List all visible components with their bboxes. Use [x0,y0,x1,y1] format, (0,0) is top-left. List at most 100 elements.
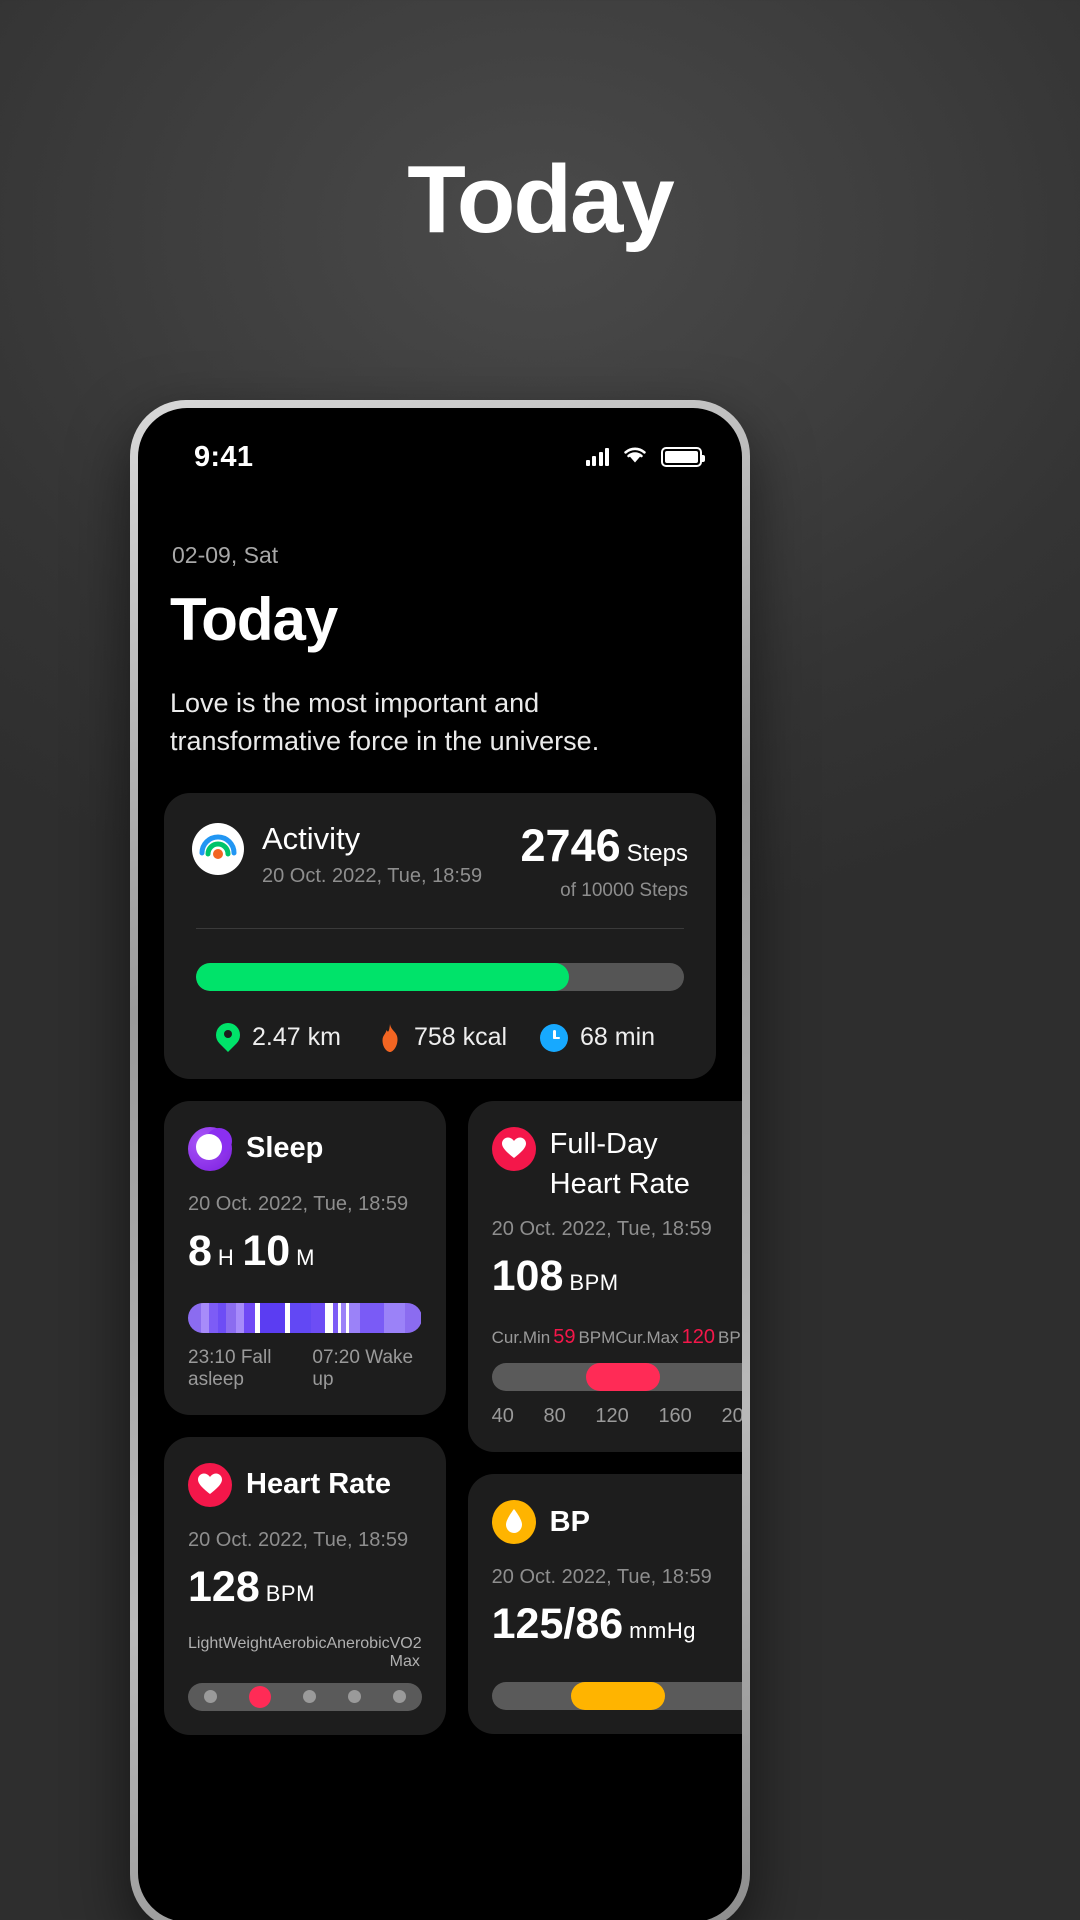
full-day-heart-rate-card[interactable]: Full-Day Heart Rate 20 Oct. 2022, Tue, 1… [467,1100,742,1453]
hero-title: Today [407,146,675,253]
date-label: 02-09, Sat [172,542,279,568]
heart-rate-zone-dot[interactable] [347,1690,361,1704]
activity-card-right: 2746 Steps of 10000 Steps [521,823,688,902]
heart-rate-number: 128 [188,1562,260,1611]
activity-progress-bar [196,962,684,991]
activity-steps-unit: Steps [626,839,688,867]
flame-icon [378,1023,402,1053]
sleep-stage-segment [209,1302,218,1333]
heart-icon [188,1462,232,1507]
heart-rate-zone-label: Anerobic [326,1634,390,1652]
sleep-labels: 23:10 Fall asleep 07:20 Wake up [188,1347,422,1391]
sleep-hours-unit: H [217,1244,235,1270]
activity-card[interactable]: Activity 20 Oct. 2022, Tue, 18:59 2746 St… [164,792,716,1079]
quote-text: Love is the most important and transform… [170,688,600,757]
full-day-hr-number: 108 [491,1252,564,1301]
sleep-stages-bar [188,1302,422,1333]
sleep-duration-value: 8 H 10 M [188,1226,422,1275]
sleep-stage-segment [244,1302,256,1333]
heart-rate-card[interactable]: Heart Rate 20 Oct. 2022, Tue, 18:59 128 B… [164,1436,446,1735]
activity-card-header: Activity 20 Oct. 2022, Tue, 18:59 2746 St… [192,820,688,902]
cards-column-left: Sleep 20 Oct. 2022, Tue, 18:59 8 H 10 M 23:… [164,1100,446,1735]
full-day-hr-title-line1: Full-Day [549,1127,658,1160]
heart-rate-zone-dot[interactable] [203,1690,217,1704]
full-day-hr-minmax: Cur.Min59BPM Cur.Max120BPM [492,1326,742,1349]
bp-drop-icon [491,1500,536,1545]
phone-frame: 9:41 02-09, Sat Today Love is the most i… [130,400,750,1920]
heart-rate-card-timestamp: 20 Oct. 2022, Tue, 18:59 [188,1528,409,1551]
activity-duration-label: 68 min [580,1023,656,1052]
full-day-hr-scale: 40 80 120 160 200 [492,1405,742,1428]
battery-full-icon [661,447,705,467]
full-day-hr-range-fill [586,1363,661,1392]
heart-rate-card-header: Heart Rate [188,1462,422,1507]
heart-rate-unit: BPM [265,1580,315,1606]
cur-min-unit: BPM [578,1328,616,1348]
cards-grid: Sleep 20 Oct. 2022, Tue, 18:59 8 H 10 M 23:… [164,1100,742,1735]
activity-stat-calories: 758 kcal [364,1023,526,1053]
phone-screen: 9:41 02-09, Sat Today Love is the most i… [138,408,742,1920]
hr-scale-tick: 160 [658,1405,692,1428]
wifi-icon [622,445,648,469]
activity-stat-duration: 68 min [526,1023,688,1053]
bp-range-fill [570,1682,666,1711]
screen-content: 02-09, Sat Today Love is the most import… [138,542,742,1735]
heart-rate-zone-label: Light [188,1634,223,1652]
heart-rate-zone-dot[interactable] [302,1690,316,1704]
full-day-hr-timestamp: 20 Oct. 2022, Tue, 18:59 [491,1218,712,1241]
bp-value: 125/86 mmHg [492,1603,742,1646]
bp-number: 125/86 [491,1600,624,1649]
bp-card-title: BP [549,1505,590,1538]
activity-card-left: Activity 20 Oct. 2022, Tue, 18:59 [192,820,483,889]
sleep-card-title: Sleep [246,1132,324,1165]
bp-range-track [491,1682,742,1711]
heart-rate-value: 128 BPM [188,1562,422,1611]
bp-unit: mmHg [629,1618,696,1644]
sleep-stage-segment [324,1302,333,1333]
heart-rate-zone-dot[interactable] [248,1685,271,1708]
activity-stat-distance: 2.47 km [192,1023,364,1053]
sleep-stage-segment [188,1302,202,1333]
heart-icon [491,1126,536,1171]
sleep-minutes-number: 10 [242,1226,291,1275]
sleep-minutes-unit: M [296,1244,315,1270]
heart-rate-zone-label: VO2 Max [389,1634,422,1670]
cur-min-label: Cur.Min [491,1328,551,1348]
sleep-fall-asleep-label: 23:10 Fall asleep [188,1346,272,1390]
sleep-stage-segment [260,1302,285,1333]
sleep-card[interactable]: Sleep 20 Oct. 2022, Tue, 18:59 8 H 10 M 23:… [164,1100,446,1415]
sleep-hours-number: 8 [188,1226,212,1275]
location-pin-icon [216,1023,240,1053]
activity-distance-label: 2.47 km [252,1023,341,1052]
heart-rate-zone-track[interactable] [188,1682,422,1711]
signal-bars-icon [585,448,609,466]
status-bar: 9:41 [138,408,742,484]
activity-card-title: Activity [262,820,361,856]
full-day-hr-cur-max: Cur.Max120BPM [615,1326,742,1349]
cur-max-unit: BPM [717,1328,742,1348]
status-bar-time: 9:41 [194,440,254,473]
activity-card-timestamp: 20 Oct. 2022, Tue, 18:59 [262,865,483,888]
cur-max-value: 120 [681,1326,715,1349]
sleep-stage-segment [289,1302,312,1333]
full-day-hr-title-line2: Heart Rate [549,1168,690,1201]
heart-rate-zone-labels: Light Weight Aerobic Anerobic VO2 Max [188,1635,422,1671]
sleep-stage-segment [348,1302,360,1333]
hr-scale-tick: 200 [721,1405,742,1428]
sleep-stage-segment [405,1302,422,1333]
sleep-stage-segment [359,1302,384,1333]
cards-column-right: Full-Day Heart Rate 20 Oct. 2022, Tue, 1… [467,1100,742,1735]
sleep-stage-segment [225,1302,237,1333]
hr-scale-tick: 40 [491,1405,514,1428]
activity-steps-number: 2746 [520,819,621,871]
bp-card[interactable]: BP 20 Oct. 2022, Tue, 18:59 125/86 mmHg [467,1474,742,1735]
heart-rate-zone-dot[interactable] [392,1690,406,1704]
sleep-stage-segment [311,1302,325,1333]
full-day-hr-title: Full-Day Heart Rate [550,1127,690,1203]
sleep-stage-segment [217,1302,226,1333]
sleep-wake-up-label: 07:20 Wake up [312,1346,414,1390]
activity-goal-label: of 10000 Steps [560,879,688,901]
activity-stats-row: 2.47 km 758 kcal 68 min [192,1023,688,1053]
sleep-stage-segment [201,1302,210,1333]
bp-card-header: BP [491,1500,742,1545]
